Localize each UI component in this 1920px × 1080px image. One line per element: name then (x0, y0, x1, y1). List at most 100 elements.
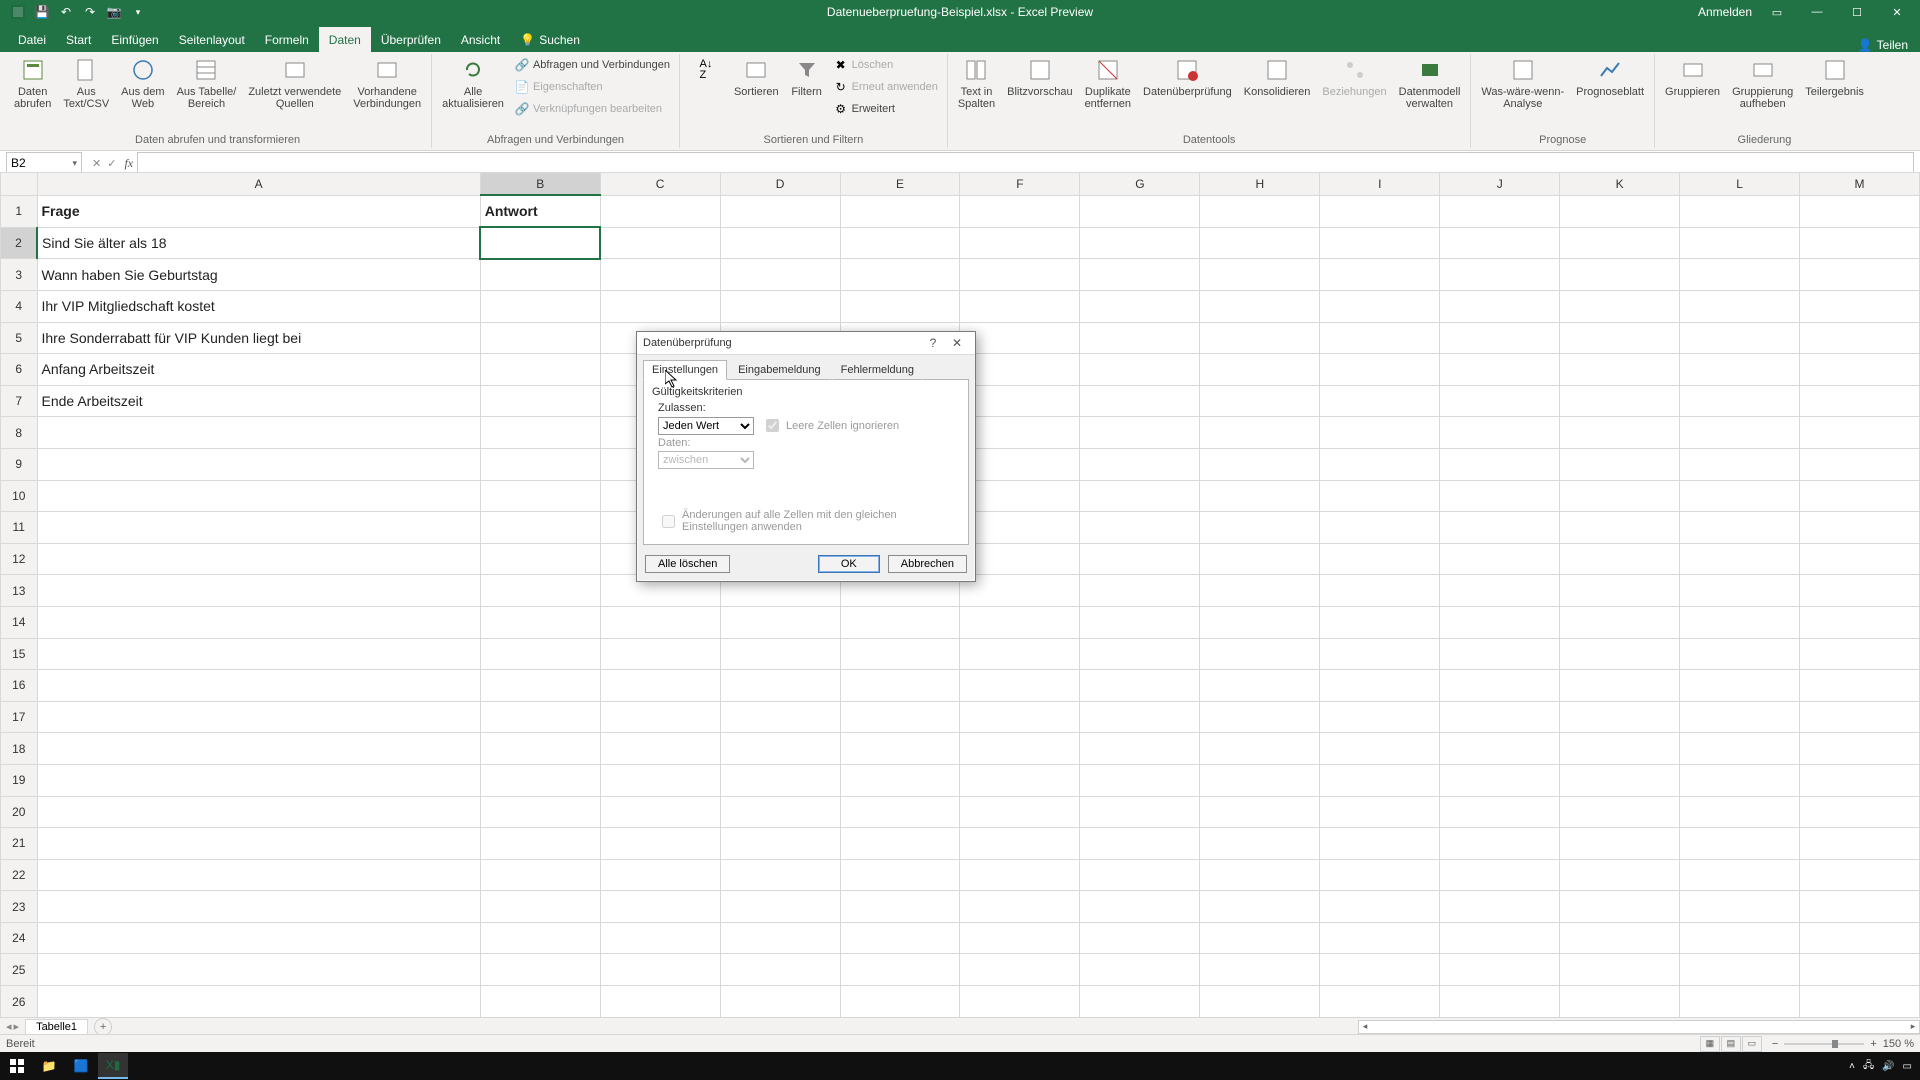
cell[interactable] (720, 670, 840, 702)
cell[interactable]: Ihr VIP Mitgliedschaft kostet (37, 291, 480, 323)
cell[interactable] (1560, 859, 1680, 891)
cell[interactable] (840, 922, 960, 954)
cell[interactable] (37, 448, 480, 480)
cell[interactable] (1080, 448, 1200, 480)
cell[interactable] (480, 354, 600, 386)
properties-button[interactable]: 📄Eigenschaften (512, 76, 673, 98)
cell[interactable] (1200, 543, 1320, 575)
cell[interactable] (1560, 764, 1680, 796)
cell[interactable] (37, 764, 480, 796)
cell[interactable] (1320, 259, 1440, 291)
sheet-grid[interactable]: ABCDEFGHIJKLM1FrageAntwort2Sind Sie älte… (0, 172, 1920, 1018)
cell[interactable] (1560, 259, 1680, 291)
cell[interactable] (1080, 859, 1200, 891)
cell[interactable] (1800, 480, 1920, 512)
scroll-right-icon[interactable]: ▸ (1907, 1021, 1919, 1032)
cell[interactable] (1440, 512, 1560, 544)
row-header[interactable]: 14 (1, 606, 38, 638)
cell[interactable] (1320, 922, 1440, 954)
dialog-tab-settings[interactable]: Einstellungen (643, 360, 727, 380)
cell[interactable] (37, 796, 480, 828)
zoom-in-button[interactable]: + (1870, 1038, 1876, 1050)
row-header[interactable]: 19 (1, 764, 38, 796)
row-header[interactable]: 15 (1, 638, 38, 670)
row-header[interactable]: 3 (1, 259, 38, 291)
cell[interactable] (1440, 575, 1560, 607)
cell[interactable] (600, 701, 720, 733)
cell[interactable] (37, 512, 480, 544)
cell[interactable] (1560, 733, 1680, 765)
cell[interactable] (840, 859, 960, 891)
cell[interactable] (600, 733, 720, 765)
cell[interactable] (1680, 638, 1800, 670)
consolidate-button[interactable]: Konsolidieren (1240, 54, 1315, 100)
cell[interactable] (37, 954, 480, 986)
cell[interactable] (960, 543, 1080, 575)
cell[interactable] (840, 195, 960, 227)
cell[interactable] (1680, 291, 1800, 323)
row-header[interactable]: 7 (1, 385, 38, 417)
cell[interactable] (1680, 227, 1800, 259)
cell[interactable] (480, 638, 600, 670)
cell[interactable] (840, 227, 960, 259)
cell[interactable] (1680, 891, 1800, 923)
sheet-nav-next-icon[interactable]: ▸ (14, 1020, 20, 1033)
zoom-level[interactable]: 150 % (1883, 1038, 1914, 1050)
cell[interactable] (1200, 796, 1320, 828)
cell[interactable] (1080, 891, 1200, 923)
cell[interactable] (1440, 195, 1560, 227)
cell[interactable] (1680, 354, 1800, 386)
cell[interactable] (1080, 575, 1200, 607)
column-header[interactable]: A (37, 173, 480, 196)
row-header[interactable]: 1 (1, 195, 38, 227)
cell[interactable] (720, 891, 840, 923)
cell[interactable] (720, 291, 840, 323)
cell[interactable] (600, 638, 720, 670)
cell[interactable] (840, 701, 960, 733)
cell[interactable] (1320, 733, 1440, 765)
cell[interactable] (1440, 922, 1560, 954)
cell[interactable] (480, 986, 600, 1018)
cell[interactable] (1200, 575, 1320, 607)
cell[interactable] (840, 291, 960, 323)
cell[interactable] (720, 828, 840, 860)
scroll-left-icon[interactable]: ◂ (1359, 1021, 1371, 1032)
cell[interactable] (1800, 291, 1920, 323)
tray-network-icon[interactable]: 🖧 (1863, 1058, 1874, 1075)
cell[interactable] (1440, 670, 1560, 702)
name-box[interactable]: B2 ▾ (6, 152, 82, 174)
share-button[interactable]: 👤 Teilen (1858, 38, 1908, 52)
row-header[interactable]: 17 (1, 701, 38, 733)
camera-icon[interactable]: 📷 (106, 4, 122, 20)
cell[interactable] (480, 859, 600, 891)
select-all-corner[interactable] (1, 173, 38, 196)
cell[interactable] (960, 448, 1080, 480)
cell[interactable] (1440, 859, 1560, 891)
cell[interactable] (1200, 764, 1320, 796)
sheet-nav-prev-icon[interactable]: ◂ (6, 1020, 12, 1033)
cell[interactable] (480, 733, 600, 765)
cell[interactable] (960, 954, 1080, 986)
start-button[interactable] (2, 1054, 32, 1078)
row-header[interactable]: 16 (1, 670, 38, 702)
cell[interactable] (600, 796, 720, 828)
cell[interactable] (1080, 227, 1200, 259)
cell[interactable] (1320, 670, 1440, 702)
cell[interactable] (1200, 448, 1320, 480)
row-header[interactable]: 21 (1, 828, 38, 860)
manage-data-model-button[interactable]: Datenmodellverwalten (1395, 54, 1465, 112)
cell[interactable] (960, 480, 1080, 512)
cell[interactable] (37, 859, 480, 891)
cell[interactable] (600, 764, 720, 796)
cell[interactable] (1680, 417, 1800, 449)
cell[interactable] (960, 291, 1080, 323)
cell[interactable] (600, 227, 720, 259)
cell[interactable] (480, 480, 600, 512)
dialog-help-button[interactable]: ? (921, 336, 945, 350)
cell[interactable] (600, 259, 720, 291)
cell[interactable] (1560, 796, 1680, 828)
cell[interactable] (1800, 322, 1920, 354)
cell[interactable] (480, 891, 600, 923)
cell[interactable] (960, 638, 1080, 670)
cell[interactable] (1680, 764, 1800, 796)
